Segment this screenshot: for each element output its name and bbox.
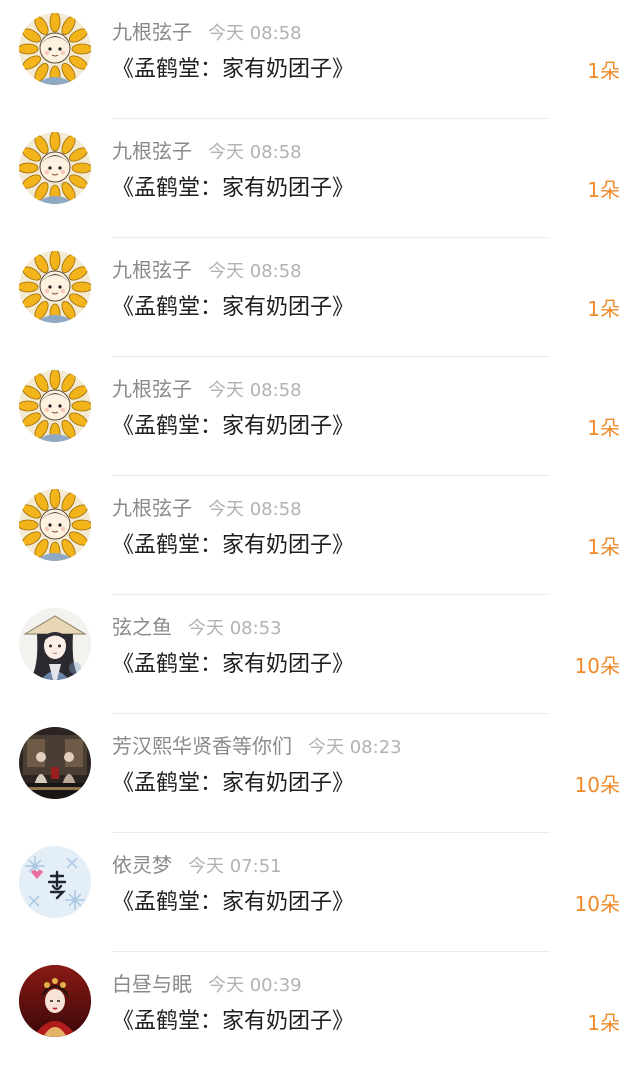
timestamp: 今天 08:58 [208,261,302,282]
timestamp: 今天 00:39 [208,975,302,996]
list-item[interactable]: 芳汉熙华贤香等你们 今天 08:23 《孟鹤堂：家有奶团子》 10朵 [0,714,640,833]
timestamp: 今天 07:51 [188,856,282,877]
sunflower-avatar-icon[interactable] [19,13,91,85]
flower-count: 1朵 [587,416,620,440]
user-name[interactable]: 九根弦子 今天 08:58 [112,256,302,286]
gift-record-list: 九根弦子 今天 08:58 《孟鹤堂：家有奶团子》 1朵 九根弦子 今天 08:58… [0,0,640,1070]
gift-title: 《孟鹤堂：家有奶团子》 [112,890,355,915]
list-item[interactable]: 九根弦子 今天 08:58 《孟鹤堂：家有奶团子》 1朵 [0,357,640,476]
sunflower-avatar-icon[interactable] [19,251,91,323]
user-name[interactable]: 芳汉熙华贤香等你们 今天 08:23 [112,732,402,762]
flower-count: 1朵 [587,1011,620,1035]
gift-title: 《孟鹤堂：家有奶团子》 [112,533,355,558]
gift-title: 《孟鹤堂：家有奶团子》 [112,295,355,320]
gift-title: 《孟鹤堂：家有奶团子》 [112,652,355,677]
user-name[interactable]: 九根弦子 今天 08:58 [112,137,302,167]
gift-title: 《孟鹤堂：家有奶团子》 [112,1009,355,1034]
gift-title: 《孟鹤堂：家有奶团子》 [112,176,355,201]
ancient-girl-avatar-icon[interactable] [19,608,91,680]
user-name[interactable]: 九根弦子 今天 08:58 [112,18,302,48]
flower-count: 1朵 [587,297,620,321]
timestamp: 今天 08:58 [208,380,302,401]
flower-count: 1朵 [587,59,620,83]
flower-count: 10朵 [574,892,620,916]
timestamp: 今天 08:53 [188,618,282,639]
list-item[interactable]: 九根弦子 今天 08:58 《孟鹤堂：家有奶团子》 1朵 [0,476,640,595]
user-name[interactable]: 白昼与眠 今天 00:39 [112,970,302,1000]
gift-title: 《孟鹤堂：家有奶团子》 [112,414,355,439]
sunflower-avatar-icon[interactable] [19,489,91,561]
timestamp: 今天 08:58 [208,142,302,163]
list-item[interactable]: 依灵梦 今天 07:51 《孟鹤堂：家有奶团子》 10朵 [0,833,640,952]
user-name[interactable]: 依灵梦 今天 07:51 [112,851,282,881]
user-name[interactable]: 九根弦子 今天 08:58 [112,375,302,405]
flower-count: 1朵 [587,178,620,202]
red-costume-avatar-icon[interactable] [19,965,91,1037]
timestamp: 今天 08:58 [208,23,302,44]
flower-count: 10朵 [574,773,620,797]
timestamp: 今天 08:23 [308,737,402,758]
user-name[interactable]: 九根弦子 今天 08:58 [112,494,302,524]
sunflower-avatar-icon[interactable] [19,132,91,204]
list-item[interactable]: 九根弦子 今天 08:58 《孟鹤堂：家有奶团子》 1朵 [0,0,640,119]
list-item[interactable]: 九根弦子 今天 08:58 《孟鹤堂：家有奶团子》 1朵 [0,238,640,357]
gift-title: 《孟鹤堂：家有奶团子》 [112,57,355,82]
dream-calligraphy-avatar-icon[interactable] [19,846,91,918]
gift-title: 《孟鹤堂：家有奶团子》 [112,771,355,796]
list-item[interactable]: 九根弦子 今天 08:58 《孟鹤堂：家有奶团子》 1朵 [0,119,640,238]
list-item[interactable]: 弦之鱼 今天 08:53 《孟鹤堂：家有奶团子》 10朵 [0,595,640,714]
timestamp: 今天 08:58 [208,499,302,520]
list-item[interactable]: 白昼与眠 今天 00:39 《孟鹤堂：家有奶团子》 1朵 [0,952,640,1071]
flower-count: 10朵 [574,654,620,678]
user-name[interactable]: 弦之鱼 今天 08:53 [112,613,282,643]
stage-photo-avatar-icon[interactable] [19,727,91,799]
sunflower-avatar-icon[interactable] [19,370,91,442]
flower-count: 1朵 [587,535,620,559]
